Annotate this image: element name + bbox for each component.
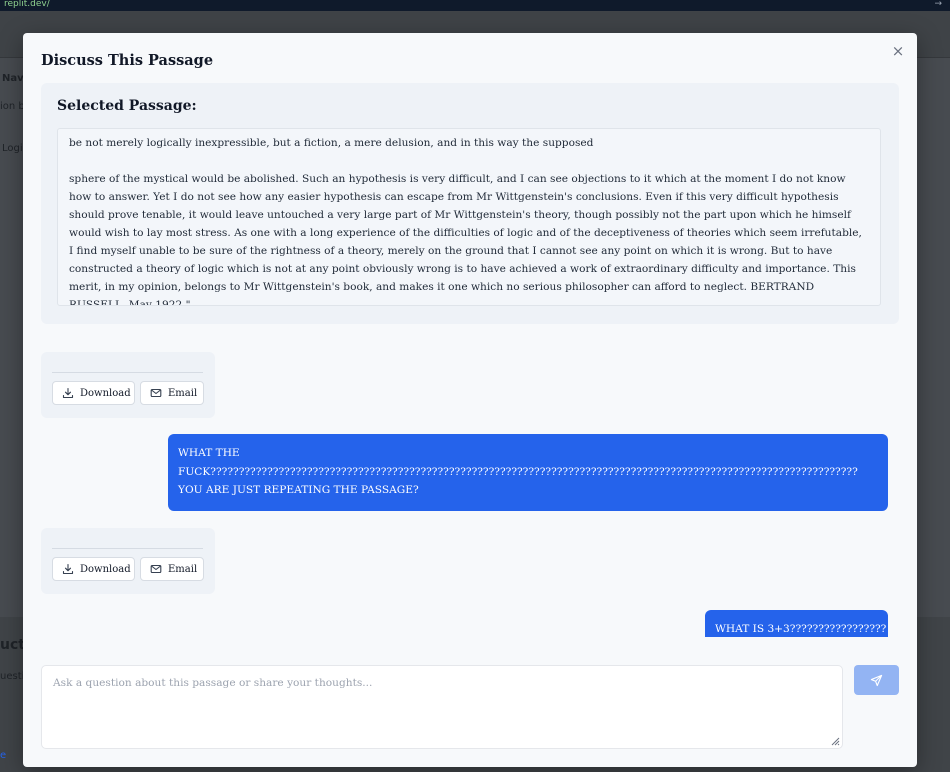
browser-url-bar: replit.dev/ → — [0, 0, 950, 11]
background-fragment: Logi — [2, 143, 23, 154]
passage-paragraph: sphere of the mystical would be abolishe… — [69, 173, 862, 306]
resize-grip-icon[interactable] — [828, 734, 840, 746]
message-divider — [52, 372, 203, 373]
email-button[interactable]: Email — [140, 557, 204, 581]
user-message-line: YOU ARE JUST REPEATING THE PASSAGE? — [178, 484, 419, 496]
passage-paragraph: be not merely logically inexpressible, b… — [69, 137, 594, 149]
download-label: Download — [80, 387, 131, 399]
background-fragment: uesti — [0, 671, 25, 682]
user-message: WHAT IS 3+3????????????????? — [705, 610, 888, 637]
assistant-message: Download Email — [41, 528, 215, 594]
download-icon — [62, 563, 74, 575]
message-input[interactable] — [42, 666, 842, 748]
message-input-wrapper — [41, 665, 843, 749]
send-button[interactable] — [854, 665, 899, 695]
download-label: Download — [80, 563, 131, 575]
mail-icon — [150, 388, 162, 398]
modal-title: Discuss This Passage — [41, 52, 214, 69]
user-message-line: FUCK????????????????????????????????????… — [178, 465, 858, 478]
email-label: Email — [168, 387, 198, 399]
close-icon[interactable]: × — [889, 42, 907, 60]
user-message-line: WHAT IS 3+3????????????????? — [715, 623, 887, 635]
chat-history[interactable]: Download Email WHAT THE FUCK????????????… — [41, 333, 899, 637]
url-text: replit.dev/ — [4, 0, 50, 9]
assistant-message: Download Email — [41, 352, 215, 418]
email-label: Email — [168, 563, 198, 575]
user-message: WHAT THE FUCK???????????????????????????… — [168, 434, 888, 511]
send-icon — [870, 674, 883, 686]
download-icon — [62, 387, 74, 399]
arrow-right-icon: → — [934, 0, 942, 9]
selected-passage-card: Selected Passage: be not merely logicall… — [41, 83, 899, 324]
mail-icon — [150, 564, 162, 574]
background-section-heading: uct — [0, 637, 25, 653]
discuss-passage-modal: × Discuss This Passage Selected Passage:… — [23, 33, 917, 767]
passage-heading: Selected Passage: — [57, 98, 197, 114]
background-fragment: ion b — [0, 101, 25, 112]
message-divider — [52, 548, 203, 549]
background-fragment: e — [0, 750, 7, 761]
download-button[interactable]: Download — [52, 381, 135, 405]
user-message-line: WHAT THE — [178, 447, 240, 459]
download-button[interactable]: Download — [52, 557, 135, 581]
passage-text-scroll[interactable]: be not merely logically inexpressible, b… — [57, 128, 881, 306]
email-button[interactable]: Email — [140, 381, 204, 405]
